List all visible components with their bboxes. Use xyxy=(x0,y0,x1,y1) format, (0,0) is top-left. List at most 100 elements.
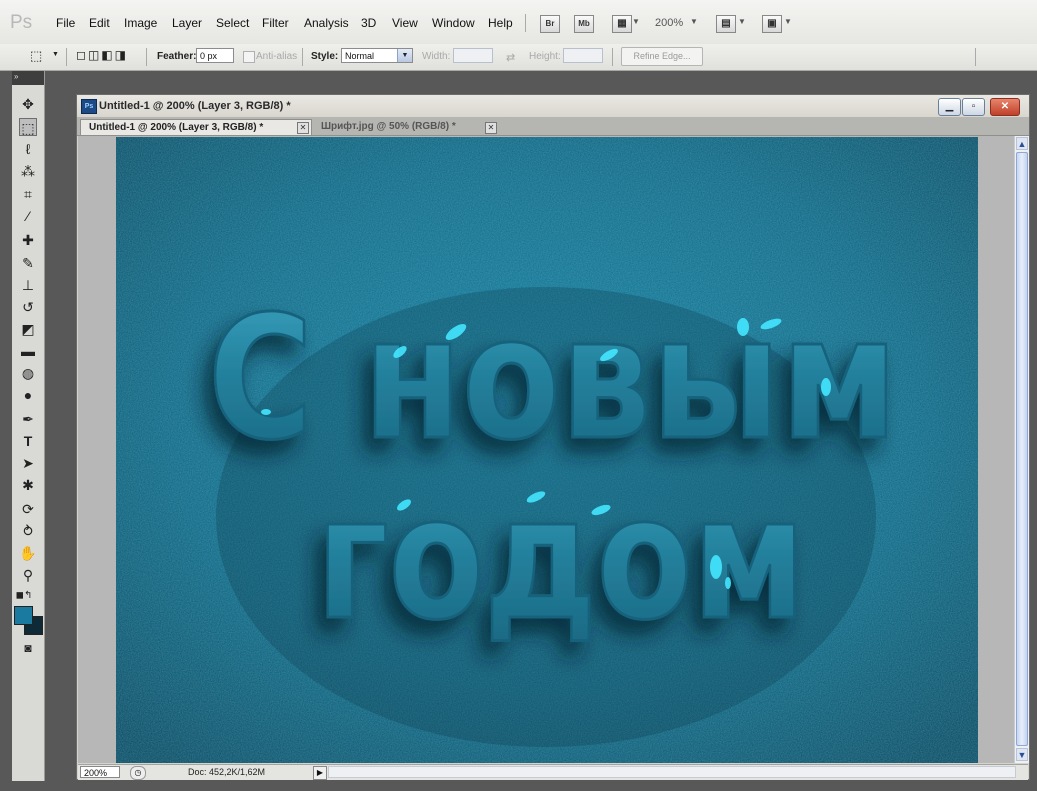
screen-mode-icon[interactable]: ▣ xyxy=(762,15,782,33)
chevron-down-icon[interactable]: ▼ xyxy=(52,51,59,58)
style-select-value: Normal xyxy=(345,51,375,61)
refine-edge-button[interactable]: Refine Edge... xyxy=(621,47,703,66)
feather-input[interactable]: 0 px xyxy=(196,48,234,63)
menu-help[interactable]: Help xyxy=(488,16,513,30)
close-tab-icon[interactable]: ✕ xyxy=(485,122,497,134)
spot-healing-tool-icon[interactable]: ✚ xyxy=(19,231,37,249)
minimize-button[interactable]: ▁ xyxy=(938,98,961,116)
feather-label: Feather: xyxy=(157,51,197,62)
options-separator xyxy=(302,48,303,66)
style-select[interactable]: Normal ▼ xyxy=(341,48,413,63)
move-tool-icon[interactable]: ✥ xyxy=(19,95,37,113)
style-label: Style: xyxy=(311,51,339,62)
pen-tool-icon[interactable]: ✒ xyxy=(19,410,37,428)
status-bar: 200% ◷ Doc: 452,2K/1,62M ▶ xyxy=(78,764,1028,780)
tab-untitled-1[interactable]: Untitled-1 @ 200% (Layer 3, RGB/8) * xyxy=(80,119,312,135)
chevron-down-icon[interactable]: ▼ xyxy=(632,17,640,26)
tab-label: Untitled-1 @ 200% (Layer 3, RGB/8) * xyxy=(89,122,264,133)
gradient-tool-icon[interactable]: ▬ xyxy=(19,342,37,360)
eyedropper-tool-icon[interactable]: ⁄ xyxy=(19,207,37,225)
swap-dimensions-icon[interactable]: ⇄ xyxy=(506,51,515,64)
document-title: Untitled-1 @ 200% (Layer 3, RGB/8) * xyxy=(99,100,291,112)
scroll-up-arrow-icon[interactable]: ▲ xyxy=(1016,137,1028,150)
lasso-tool-icon[interactable]: ℓ xyxy=(19,140,37,158)
minibridge-button[interactable]: Mb xyxy=(574,15,594,33)
chevron-down-icon[interactable]: ▼ xyxy=(397,49,412,62)
menu-window[interactable]: Window xyxy=(432,16,475,30)
bridge-button[interactable]: Br xyxy=(540,15,560,33)
horizontal-scrollbar[interactable] xyxy=(328,766,1016,778)
options-separator xyxy=(146,48,147,66)
menu-analysis[interactable]: Analysis xyxy=(304,16,349,30)
zoom-tool-icon[interactable]: ⚲ xyxy=(19,566,37,584)
canvas-artwork: С новым годом xyxy=(116,137,978,763)
menu-3d[interactable]: 3D xyxy=(361,16,376,30)
custom-shape-tool-icon[interactable]: ✱ xyxy=(19,476,37,494)
selection-mode-icons[interactable]: ◻◫◧◨ xyxy=(76,48,128,62)
menu-image[interactable]: Image xyxy=(124,16,157,30)
foreground-color-swatch[interactable] xyxy=(14,606,33,625)
3d-rotate-tool-icon[interactable]: ⟳ xyxy=(19,500,37,518)
vertical-scrollbar[interactable]: ▲ ▼ xyxy=(1014,136,1029,763)
height-input[interactable] xyxy=(563,48,603,63)
toolbox: » ✥ ⬚ ℓ ⁂ ⌗ ⁄ ✚ ✎ ⊥ ↺ ◩ ▬ ◍ ● ✒ T ➤ ✱ ⟳ … xyxy=(12,71,45,791)
view-extras-icon[interactable]: ▦ xyxy=(612,15,632,33)
menu-filter[interactable]: Filter xyxy=(262,16,289,30)
toolbox-collapse-icon[interactable]: » xyxy=(12,71,44,85)
menu-file[interactable]: File xyxy=(56,16,75,30)
close-tab-icon[interactable]: ✕ xyxy=(297,122,309,134)
status-preview-icon[interactable]: ◷ xyxy=(130,766,146,780)
eraser-tool-icon[interactable]: ◩ xyxy=(19,320,37,338)
document-titlebar[interactable]: Ps Untitled-1 @ 200% (Layer 3, RGB/8) * … xyxy=(77,95,1029,117)
document-tabs: Untitled-1 @ 200% (Layer 3, RGB/8) * ✕ Ш… xyxy=(77,117,1029,136)
clone-stamp-tool-icon[interactable]: ⊥ xyxy=(19,276,37,294)
default-colors-icon[interactable]: ◼↰ xyxy=(15,587,33,605)
photoshop-doc-icon: Ps xyxy=(81,99,97,114)
antialias-label: Anti-alias xyxy=(256,51,298,62)
zoom-level-dropdown[interactable]: 200% xyxy=(655,17,683,29)
chevron-down-icon[interactable]: ▼ xyxy=(738,17,746,26)
canvas-text-line1: С новым xyxy=(208,280,898,478)
tab-shrift-jpg[interactable]: Шрифт.jpg @ 50% (RGB/8) * xyxy=(313,119,503,135)
menu-view[interactable]: View xyxy=(392,16,418,30)
options-bar: ⬚ ▼ ◻◫◧◨ Feather: 0 px Anti-alias Style:… xyxy=(0,44,1037,71)
quick-mask-icon[interactable]: ◙ xyxy=(19,639,37,657)
type-tool-icon[interactable]: T xyxy=(19,432,37,450)
menu-separator xyxy=(525,14,526,32)
document-window: Ps Untitled-1 @ 200% (Layer 3, RGB/8) * … xyxy=(76,94,1030,780)
antialias-checkbox[interactable] xyxy=(243,51,255,63)
tab-label: Шрифт.jpg @ 50% (RGB/8) * xyxy=(321,121,456,132)
zoom-level-field[interactable]: 200% xyxy=(80,766,120,778)
scroll-down-arrow-icon[interactable]: ▼ xyxy=(1016,748,1028,761)
blur-tool-icon[interactable]: ◍ xyxy=(19,364,37,382)
scrollbar-thumb[interactable] xyxy=(1016,152,1028,746)
canvas-area: С новым годом xyxy=(78,136,1016,763)
menu-layer[interactable]: Layer xyxy=(172,16,202,30)
brush-tool-icon[interactable]: ✎ xyxy=(19,254,37,272)
photoshop-logo: Ps xyxy=(10,12,33,33)
crop-tool-icon[interactable]: ⌗ xyxy=(19,185,37,203)
quick-selection-tool-icon[interactable]: ⁂ xyxy=(19,162,37,180)
menu-select[interactable]: Select xyxy=(216,16,249,30)
rectangular-marquee-tool-icon[interactable]: ⬚ xyxy=(19,118,37,136)
chevron-down-icon[interactable]: ▼ xyxy=(690,17,698,26)
arrange-documents-icon[interactable]: ▤ xyxy=(716,15,736,33)
path-selection-tool-icon[interactable]: ➤ xyxy=(19,454,37,472)
close-button[interactable]: ✕ xyxy=(990,98,1020,116)
maximize-button[interactable]: ▫ xyxy=(962,98,985,116)
menu-edit[interactable]: Edit xyxy=(89,16,110,30)
document-size-info: Doc: 452,2K/1,62M xyxy=(188,767,266,777)
marquee-preset-icon[interactable]: ⬚ xyxy=(30,48,42,64)
chevron-down-icon[interactable]: ▼ xyxy=(784,17,792,26)
options-separator xyxy=(612,48,613,66)
canvas[interactable]: С новым годом xyxy=(116,137,978,763)
options-separator xyxy=(975,48,976,66)
hand-tool-icon[interactable]: ✋ xyxy=(19,544,37,562)
status-menu-arrow-icon[interactable]: ▶ xyxy=(313,766,327,780)
3d-orbit-tool-icon[interactable]: ⥁ xyxy=(19,522,37,540)
dodge-tool-icon[interactable]: ● xyxy=(19,386,37,404)
workspace-bottom xyxy=(0,781,1037,791)
width-input[interactable] xyxy=(453,48,493,63)
height-label: Height: xyxy=(529,51,561,62)
history-brush-tool-icon[interactable]: ↺ xyxy=(19,298,37,316)
